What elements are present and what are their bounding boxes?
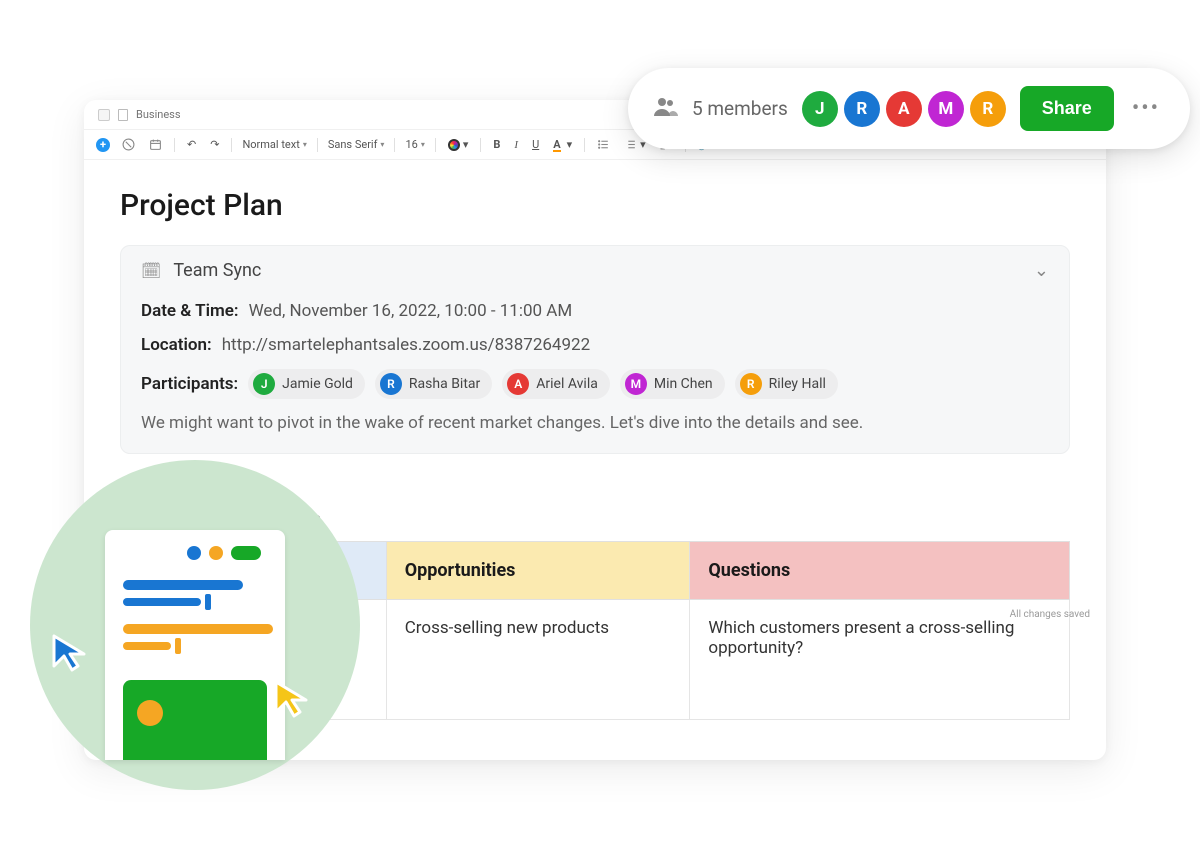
share-button[interactable]: Share <box>1020 86 1114 131</box>
avatar-icon[interactable]: R <box>844 91 880 127</box>
event-title: Team Sync <box>173 260 261 281</box>
datetime-label: Date & Time: <box>141 301 239 321</box>
th-opportunities[interactable]: Opportunities <box>386 542 690 600</box>
text-color-icon[interactable]: ▾ <box>446 136 471 153</box>
cursor-blue-icon <box>48 630 92 674</box>
participants-label: Participants: <box>141 374 238 394</box>
event-location-row: Location: http://smartelephantsales.zoom… <box>141 335 1049 355</box>
page-title[interactable]: Project Plan <box>120 188 1070 223</box>
event-note[interactable]: We might want to pivot in the wake of re… <box>141 413 1049 433</box>
illustration-card <box>105 530 285 760</box>
avatar-icon[interactable]: R <box>970 91 1006 127</box>
italic-icon[interactable]: I <box>512 137 520 153</box>
more-options-icon[interactable]: ••• <box>1128 96 1164 121</box>
separator <box>231 138 232 152</box>
participant-pill[interactable]: R Riley Hall <box>735 369 838 399</box>
font-size-dropdown[interactable]: 16▾ <box>405 138 424 151</box>
undo-icon[interactable]: ↶ <box>185 136 198 153</box>
event-datetime-row: Date & Time: Wed, November 16, 2022, 10:… <box>141 301 1049 321</box>
participant-pill[interactable]: R Rasha Bitar <box>375 369 492 399</box>
chevron-down-icon[interactable]: ⌄ <box>1034 260 1049 281</box>
event-body: Date & Time: Wed, November 16, 2022, 10:… <box>121 295 1069 453</box>
bold-icon[interactable]: B <box>491 136 502 153</box>
text-style-dropdown[interactable]: Normal text▾ <box>242 138 306 151</box>
avatar-m-icon: M <box>625 373 647 395</box>
cursor-yellow-icon <box>270 676 314 720</box>
separator <box>317 138 318 152</box>
participant-name: Min Chen <box>654 376 713 392</box>
underline-icon[interactable]: U <box>530 136 541 153</box>
avatar-r-icon: R <box>380 373 402 395</box>
expand-icon[interactable] <box>98 109 110 121</box>
calendar-icon: 🗓 <box>141 261 161 280</box>
participant-name: Riley Hall <box>769 376 826 392</box>
event-card: 🗓 Team Sync ⌄ Date & Time: Wed, November… <box>120 245 1070 454</box>
participant-name: Ariel Avila <box>536 376 598 392</box>
notebook-icon[interactable] <box>118 109 128 121</box>
avatar-icon[interactable]: J <box>802 91 838 127</box>
separator <box>584 138 585 152</box>
cell-opportunities[interactable]: Cross-selling new products <box>386 600 690 720</box>
th-questions[interactable]: Questions <box>690 542 1070 600</box>
members-icon <box>654 96 678 121</box>
avatar-j-icon: J <box>253 373 275 395</box>
task-icon[interactable] <box>120 136 137 153</box>
members-count[interactable]: 5 members <box>692 97 788 120</box>
calendar-icon[interactable] <box>147 136 164 153</box>
separator <box>174 138 175 152</box>
avatar-r2-icon: R <box>740 373 762 395</box>
avatar-icon[interactable]: A <box>886 91 922 127</box>
font-family-dropdown[interactable]: Sans Serif▾ <box>328 138 385 151</box>
bullet-list-icon[interactable] <box>595 136 612 153</box>
location-label: Location: <box>141 335 212 355</box>
event-participants-row: Participants: J Jamie Gold R Rasha Bitar A… <box>141 369 1049 399</box>
datetime-value: Wed, November 16, 2022, 10:00 - 11:00 AM <box>249 301 573 321</box>
separator <box>480 138 481 152</box>
avatar-a-icon: A <box>507 373 529 395</box>
collaboration-illustration <box>30 460 360 790</box>
highlight-icon[interactable]: A▾ <box>551 136 574 153</box>
redo-icon[interactable]: ↷ <box>208 136 221 153</box>
avatar-stack: J R A M R <box>802 91 1006 127</box>
save-status: All changes saved <box>1010 609 1090 620</box>
participant-pill[interactable]: M Min Chen <box>620 369 725 399</box>
separator <box>394 138 395 152</box>
share-bar: 5 members J R A M R Share ••• <box>628 68 1190 149</box>
location-link[interactable]: http://smartelephantsales.zoom.us/838726… <box>222 335 590 355</box>
avatar-icon[interactable]: M <box>928 91 964 127</box>
separator <box>435 138 436 152</box>
breadcrumb-notebook[interactable]: Business <box>136 108 181 121</box>
participant-pill[interactable]: A Ariel Avila <box>502 369 610 399</box>
insert-button[interactable]: + <box>96 138 110 152</box>
participant-name: Jamie Gold <box>282 376 353 392</box>
participant-name: Rasha Bitar <box>409 376 480 392</box>
participant-pill[interactable]: J Jamie Gold <box>248 369 365 399</box>
event-header[interactable]: 🗓 Team Sync ⌄ <box>121 246 1069 295</box>
